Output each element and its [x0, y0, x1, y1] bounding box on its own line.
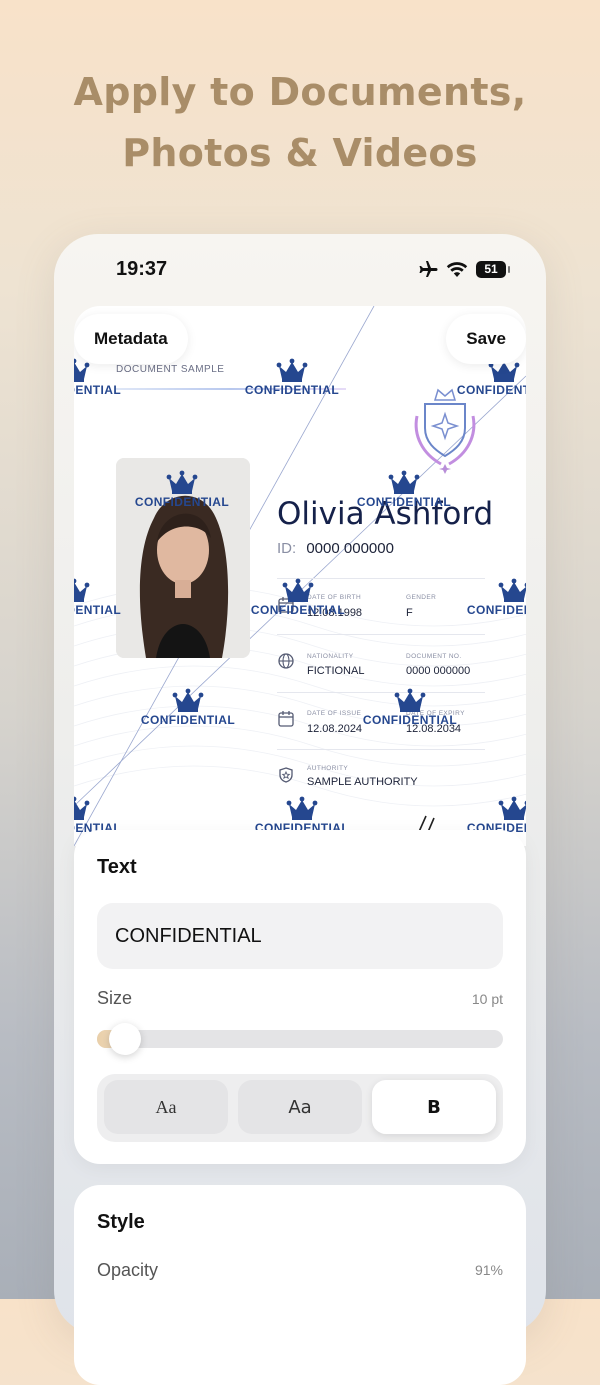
crown-icon	[388, 470, 420, 494]
watermark-stamp: CONFIDENTIAL	[243, 578, 353, 617]
watermark-text: CONFIDENTIAL	[250, 603, 346, 617]
nationality-label: NATIONALITY	[307, 653, 354, 660]
watermark-text-input[interactable]	[97, 903, 503, 969]
watermark-text: CONFIDENTIAL	[456, 383, 526, 397]
crown-icon	[498, 796, 526, 820]
id-line: ID: 0000 000000	[277, 540, 394, 557]
watermark-text: CONFIDENTIAL	[356, 495, 452, 509]
wifi-icon	[446, 261, 468, 277]
crown-icon	[166, 470, 198, 494]
text-panel-title: Text	[97, 856, 137, 878]
battery-icon: 51	[476, 260, 510, 278]
watermark-text: CONFIDENTIAL	[466, 603, 526, 617]
globe-icon	[278, 653, 294, 669]
watermark-text: CONFIDENTIAL	[74, 603, 122, 617]
crown-icon	[286, 796, 318, 820]
size-slider-handle[interactable]	[109, 1023, 141, 1055]
crown-icon	[498, 578, 526, 602]
calendar-icon	[278, 711, 294, 727]
size-slider[interactable]	[97, 1030, 503, 1048]
gender-label: GENDER	[406, 594, 437, 601]
opacity-label: Opacity	[97, 1260, 159, 1280]
issue-date-value: 12.08.2024	[307, 723, 363, 735]
headline-line-2: Photos & Videos	[122, 131, 478, 175]
save-button[interactable]: Save	[446, 314, 526, 364]
issue-date-label: DATE OF ISSUE	[307, 710, 362, 717]
watermark-stamp: CONFIDENTIAL	[127, 470, 237, 509]
authority-label: AUTHORITY	[307, 765, 349, 772]
divider	[277, 749, 485, 750]
status-time: 19:37	[116, 258, 168, 280]
watermark-stamp: CONFIDENTIAL	[459, 578, 526, 617]
phone-frame: 19:37 51 Metadata Save DOCUMENT SAMPLE O…	[54, 234, 546, 1385]
font-style-selector: Aa Aa B	[97, 1074, 503, 1142]
crown-icon	[74, 578, 90, 602]
style-panel-title: Style	[97, 1211, 145, 1233]
headline: Apply to Documents, Photos & Videos	[0, 62, 600, 184]
crown-icon	[172, 688, 204, 712]
crown-icon	[394, 688, 426, 712]
watermark-text: CONFIDENTIAL	[244, 383, 340, 397]
nationality-value: FICTIONAL	[307, 665, 365, 677]
status-bar: 19:37 51	[54, 234, 546, 306]
font-bold-button[interactable]: B	[372, 1080, 496, 1134]
watermark-text: CONFIDENTIAL	[74, 383, 122, 397]
document-sample-label: DOCUMENT SAMPLE	[116, 364, 225, 375]
gender-value: F	[406, 607, 413, 619]
watermark-stamp: CONFIDENTIAL	[237, 358, 347, 397]
headline-line-1: Apply to Documents,	[73, 70, 527, 114]
divider	[277, 634, 485, 635]
metadata-button[interactable]: Metadata	[74, 314, 188, 364]
watermark-text: CONFIDENTIAL	[140, 713, 236, 727]
watermark-text: CONFIDENTIAL	[362, 713, 458, 727]
opacity-value: 91%	[474, 1262, 503, 1278]
font-sans-button[interactable]: Aa	[238, 1080, 362, 1134]
document-preview[interactable]: Metadata Save DOCUMENT SAMPLE Olivia Ash…	[74, 306, 526, 846]
document-no-label: DOCUMENT NO.	[406, 653, 462, 660]
crown-icon	[282, 578, 314, 602]
font-serif-button[interactable]: Aa	[104, 1080, 228, 1134]
watermark-text: CONFIDENTIAL	[134, 495, 230, 509]
crown-icon	[276, 358, 308, 382]
battery-level: 51	[484, 262, 498, 276]
document-no-value: 0000 000000	[406, 665, 471, 677]
watermark-stamp: CONFIDENTIAL	[74, 578, 129, 617]
crown-icon	[74, 796, 90, 820]
watermark-stamp: CONFIDENTIAL	[133, 688, 243, 727]
size-label: Size	[97, 988, 133, 1008]
airplane-icon	[419, 261, 438, 277]
id-label: ID:	[277, 540, 297, 557]
id-value: 0000 000000	[306, 540, 394, 557]
size-value: 10 pt	[471, 991, 503, 1007]
watermark-stamp: CONFIDENTIAL	[355, 688, 465, 727]
style-panel: Style Opacity 91%	[74, 1185, 526, 1385]
shield-icon	[279, 767, 293, 783]
text-panel: Text Size 10 pt Aa Aa B	[74, 830, 526, 1164]
watermark-stamp: CONFIDENTIAL	[349, 470, 459, 509]
authority-value: SAMPLE AUTHORITY	[307, 776, 418, 788]
